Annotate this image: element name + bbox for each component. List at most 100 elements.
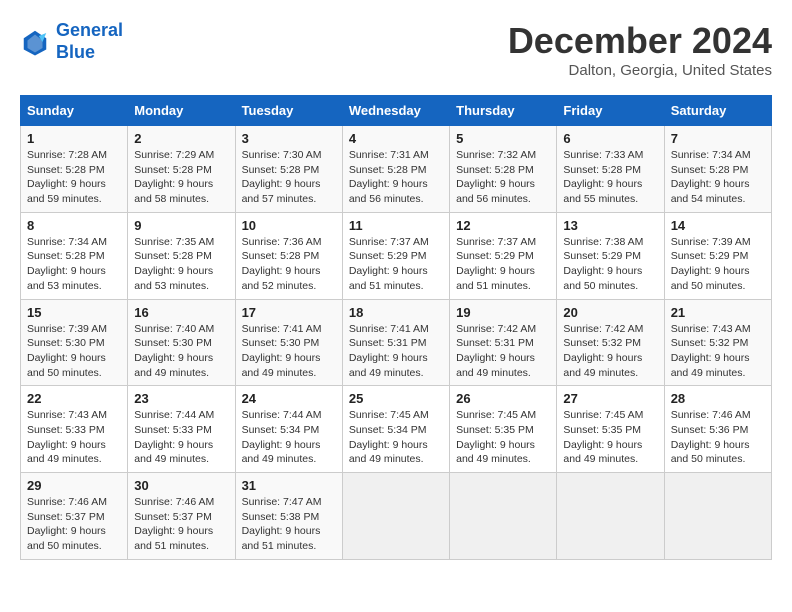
day-info: Sunrise: 7:33 AM Sunset: 5:28 PM Dayligh… — [563, 148, 657, 207]
week-row-2: 8 Sunrise: 7:34 AM Sunset: 5:28 PM Dayli… — [21, 212, 772, 299]
calendar-cell: 15 Sunrise: 7:39 AM Sunset: 5:30 PM Dayl… — [21, 299, 128, 386]
calendar-cell — [450, 473, 557, 560]
day-number: 16 — [134, 305, 228, 320]
day-info: Sunrise: 7:47 AM Sunset: 5:38 PM Dayligh… — [242, 495, 336, 554]
day-info: Sunrise: 7:45 AM Sunset: 5:34 PM Dayligh… — [349, 408, 443, 467]
day-header-wednesday: Wednesday — [342, 96, 449, 126]
day-info: Sunrise: 7:28 AM Sunset: 5:28 PM Dayligh… — [27, 148, 121, 207]
calendar-cell — [557, 473, 664, 560]
day-number: 4 — [349, 131, 443, 146]
location: Dalton, Georgia, United States — [508, 62, 772, 79]
calendar-cell: 20 Sunrise: 7:42 AM Sunset: 5:32 PM Dayl… — [557, 299, 664, 386]
title-block: December 2024 Dalton, Georgia, United St… — [508, 20, 772, 79]
day-number: 27 — [563, 391, 657, 406]
calendar-cell: 17 Sunrise: 7:41 AM Sunset: 5:30 PM Dayl… — [235, 299, 342, 386]
page-header: General Blue December 2024 Dalton, Georg… — [20, 20, 772, 79]
calendar-cell: 5 Sunrise: 7:32 AM Sunset: 5:28 PM Dayli… — [450, 126, 557, 213]
calendar-cell: 10 Sunrise: 7:36 AM Sunset: 5:28 PM Dayl… — [235, 212, 342, 299]
day-info: Sunrise: 7:39 AM Sunset: 5:30 PM Dayligh… — [27, 322, 121, 381]
day-number: 26 — [456, 391, 550, 406]
calendar-cell: 13 Sunrise: 7:38 AM Sunset: 5:29 PM Dayl… — [557, 212, 664, 299]
calendar-cell — [342, 473, 449, 560]
day-number: 6 — [563, 131, 657, 146]
day-number: 28 — [671, 391, 765, 406]
day-info: Sunrise: 7:41 AM Sunset: 5:31 PM Dayligh… — [349, 322, 443, 381]
day-info: Sunrise: 7:45 AM Sunset: 5:35 PM Dayligh… — [456, 408, 550, 467]
day-info: Sunrise: 7:42 AM Sunset: 5:32 PM Dayligh… — [563, 322, 657, 381]
calendar-header-row: SundayMondayTuesdayWednesdayThursdayFrid… — [21, 96, 772, 126]
logo-line1: General — [56, 20, 123, 40]
day-number: 29 — [27, 478, 121, 493]
logo-text: General Blue — [56, 20, 123, 63]
calendar-cell: 27 Sunrise: 7:45 AM Sunset: 5:35 PM Dayl… — [557, 386, 664, 473]
day-info: Sunrise: 7:40 AM Sunset: 5:30 PM Dayligh… — [134, 322, 228, 381]
week-row-4: 22 Sunrise: 7:43 AM Sunset: 5:33 PM Dayl… — [21, 386, 772, 473]
day-header-monday: Monday — [128, 96, 235, 126]
calendar-cell: 21 Sunrise: 7:43 AM Sunset: 5:32 PM Dayl… — [664, 299, 771, 386]
day-info: Sunrise: 7:43 AM Sunset: 5:32 PM Dayligh… — [671, 322, 765, 381]
calendar-cell: 1 Sunrise: 7:28 AM Sunset: 5:28 PM Dayli… — [21, 126, 128, 213]
day-number: 19 — [456, 305, 550, 320]
day-info: Sunrise: 7:31 AM Sunset: 5:28 PM Dayligh… — [349, 148, 443, 207]
day-info: Sunrise: 7:44 AM Sunset: 5:34 PM Dayligh… — [242, 408, 336, 467]
day-info: Sunrise: 7:42 AM Sunset: 5:31 PM Dayligh… — [456, 322, 550, 381]
day-info: Sunrise: 7:38 AM Sunset: 5:29 PM Dayligh… — [563, 235, 657, 294]
day-number: 20 — [563, 305, 657, 320]
calendar-cell: 26 Sunrise: 7:45 AM Sunset: 5:35 PM Dayl… — [450, 386, 557, 473]
calendar-table: SundayMondayTuesdayWednesdayThursdayFrid… — [20, 95, 772, 560]
calendar-cell: 12 Sunrise: 7:37 AM Sunset: 5:29 PM Dayl… — [450, 212, 557, 299]
day-number: 18 — [349, 305, 443, 320]
calendar-cell: 19 Sunrise: 7:42 AM Sunset: 5:31 PM Dayl… — [450, 299, 557, 386]
day-info: Sunrise: 7:37 AM Sunset: 5:29 PM Dayligh… — [456, 235, 550, 294]
day-number: 14 — [671, 218, 765, 233]
day-info: Sunrise: 7:39 AM Sunset: 5:29 PM Dayligh… — [671, 235, 765, 294]
day-number: 3 — [242, 131, 336, 146]
day-header-thursday: Thursday — [450, 96, 557, 126]
calendar-body: 1 Sunrise: 7:28 AM Sunset: 5:28 PM Dayli… — [21, 126, 772, 560]
day-number: 15 — [27, 305, 121, 320]
calendar-cell: 8 Sunrise: 7:34 AM Sunset: 5:28 PM Dayli… — [21, 212, 128, 299]
day-info: Sunrise: 7:41 AM Sunset: 5:30 PM Dayligh… — [242, 322, 336, 381]
logo: General Blue — [20, 20, 123, 63]
day-info: Sunrise: 7:35 AM Sunset: 5:28 PM Dayligh… — [134, 235, 228, 294]
day-info: Sunrise: 7:34 AM Sunset: 5:28 PM Dayligh… — [671, 148, 765, 207]
calendar-cell — [664, 473, 771, 560]
day-number: 24 — [242, 391, 336, 406]
logo-icon — [20, 27, 50, 57]
day-number: 30 — [134, 478, 228, 493]
calendar-cell: 29 Sunrise: 7:46 AM Sunset: 5:37 PM Dayl… — [21, 473, 128, 560]
day-info: Sunrise: 7:45 AM Sunset: 5:35 PM Dayligh… — [563, 408, 657, 467]
day-info: Sunrise: 7:44 AM Sunset: 5:33 PM Dayligh… — [134, 408, 228, 467]
day-number: 11 — [349, 218, 443, 233]
calendar-cell: 18 Sunrise: 7:41 AM Sunset: 5:31 PM Dayl… — [342, 299, 449, 386]
calendar-cell: 24 Sunrise: 7:44 AM Sunset: 5:34 PM Dayl… — [235, 386, 342, 473]
day-number: 9 — [134, 218, 228, 233]
calendar-cell: 25 Sunrise: 7:45 AM Sunset: 5:34 PM Dayl… — [342, 386, 449, 473]
day-info: Sunrise: 7:30 AM Sunset: 5:28 PM Dayligh… — [242, 148, 336, 207]
calendar-cell: 9 Sunrise: 7:35 AM Sunset: 5:28 PM Dayli… — [128, 212, 235, 299]
day-header-tuesday: Tuesday — [235, 96, 342, 126]
month-title: December 2024 — [508, 20, 772, 62]
day-info: Sunrise: 7:29 AM Sunset: 5:28 PM Dayligh… — [134, 148, 228, 207]
week-row-3: 15 Sunrise: 7:39 AM Sunset: 5:30 PM Dayl… — [21, 299, 772, 386]
calendar-cell: 3 Sunrise: 7:30 AM Sunset: 5:28 PM Dayli… — [235, 126, 342, 213]
week-row-5: 29 Sunrise: 7:46 AM Sunset: 5:37 PM Dayl… — [21, 473, 772, 560]
calendar-cell: 4 Sunrise: 7:31 AM Sunset: 5:28 PM Dayli… — [342, 126, 449, 213]
day-info: Sunrise: 7:32 AM Sunset: 5:28 PM Dayligh… — [456, 148, 550, 207]
calendar-cell: 7 Sunrise: 7:34 AM Sunset: 5:28 PM Dayli… — [664, 126, 771, 213]
day-number: 10 — [242, 218, 336, 233]
day-info: Sunrise: 7:46 AM Sunset: 5:37 PM Dayligh… — [134, 495, 228, 554]
day-number: 7 — [671, 131, 765, 146]
calendar-cell: 2 Sunrise: 7:29 AM Sunset: 5:28 PM Dayli… — [128, 126, 235, 213]
calendar-cell: 30 Sunrise: 7:46 AM Sunset: 5:37 PM Dayl… — [128, 473, 235, 560]
day-info: Sunrise: 7:34 AM Sunset: 5:28 PM Dayligh… — [27, 235, 121, 294]
day-number: 12 — [456, 218, 550, 233]
day-number: 13 — [563, 218, 657, 233]
day-number: 31 — [242, 478, 336, 493]
day-number: 5 — [456, 131, 550, 146]
calendar-cell: 6 Sunrise: 7:33 AM Sunset: 5:28 PM Dayli… — [557, 126, 664, 213]
day-header-saturday: Saturday — [664, 96, 771, 126]
day-number: 23 — [134, 391, 228, 406]
day-header-friday: Friday — [557, 96, 664, 126]
day-info: Sunrise: 7:46 AM Sunset: 5:37 PM Dayligh… — [27, 495, 121, 554]
